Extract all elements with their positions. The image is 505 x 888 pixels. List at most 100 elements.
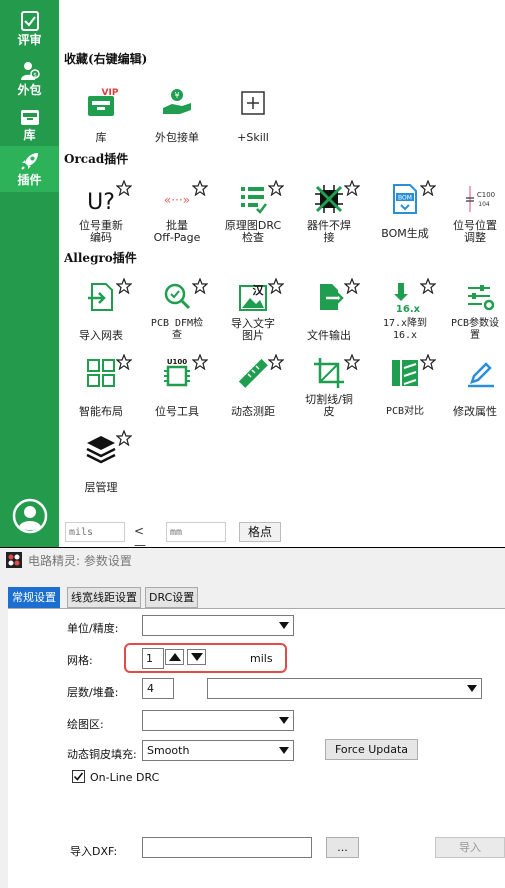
grid-increase-button[interactable] — [165, 649, 184, 665]
offpage-arrows-icon: «···» — [164, 193, 190, 207]
mm-input[interactable] — [166, 522, 226, 542]
review-clipboard-icon — [20, 11, 39, 31]
svg-text:$: $ — [33, 72, 37, 79]
allegro-tool-pcb-params[interactable]: PCB参数设 置 — [442, 280, 505, 352]
drc-list-icon — [241, 187, 267, 214]
tool-label: 智能布局 — [79, 405, 123, 418]
outsource-user-icon: $ — [20, 62, 40, 80]
tool-label: 修改属性 — [453, 405, 497, 418]
force-update-button[interactable]: Force Updata — [325, 739, 418, 760]
tool-label: 位号位置 调整 — [453, 219, 497, 244]
svg-text:BOM: BOM — [398, 195, 412, 202]
star-icon[interactable] — [116, 430, 132, 446]
grid-point-button[interactable]: 格点 — [239, 522, 281, 542]
sidebar-item-plugins[interactable]: 插件 — [0, 146, 59, 192]
allegro-tool-file-export[interactable]: 文件输出 — [290, 278, 368, 352]
tool-label: PCB对比 — [385, 406, 425, 417]
tab-trace-width[interactable]: 线宽线距设置 — [67, 587, 141, 608]
star-icon[interactable] — [344, 180, 360, 196]
tool-label: +Skill — [237, 131, 269, 144]
grid-value-input[interactable]: 1 — [142, 648, 164, 669]
svg-text:汉: 汉 — [253, 283, 265, 297]
star-icon[interactable] — [116, 180, 132, 196]
library-box-icon — [20, 110, 39, 125]
allegro-tool-import-text-image[interactable]: 汉 导入文字 图片 — [214, 278, 292, 352]
star-icon[interactable] — [420, 180, 436, 196]
orcad-tool-batch-offpage[interactable]: «···» 批量 Off-Page — [138, 180, 216, 254]
tool-label: 外包接单 — [155, 131, 199, 144]
tool-label: BOM生成 — [381, 227, 429, 240]
browse-button[interactable]: ... — [326, 837, 359, 858]
import-button[interactable]: 导入 — [435, 837, 505, 858]
star-icon[interactable] — [420, 354, 436, 370]
grid-label: 网格: — [67, 654, 93, 667]
tool-label: 批量 Off-Page — [153, 219, 201, 244]
import-text-image-icon: 汉 — [239, 283, 267, 311]
star-icon[interactable] — [116, 354, 132, 370]
tool-label: 切割线/铜 皮 — [305, 393, 353, 418]
plus-square-icon — [241, 91, 265, 115]
sidebar-item-label: 库 — [23, 128, 36, 142]
user-avatar-icon[interactable] — [12, 498, 48, 534]
layer-count-input[interactable]: 4 — [142, 678, 174, 699]
checkmark-icon — [73, 772, 84, 781]
star-icon[interactable] — [192, 180, 208, 196]
dxf-path-input[interactable] — [142, 837, 312, 858]
allegro-tool-dfm-check[interactable]: PCB DFM检 查 — [138, 278, 216, 352]
star-icon[interactable] — [192, 278, 208, 294]
tool-label: 库 — [95, 131, 107, 144]
allegro-tool-import-netlist[interactable]: 导入网表 — [62, 278, 140, 352]
sidebar-item-review[interactable]: 评审 — [0, 10, 59, 54]
hand-coin-icon: ¥ — [163, 89, 191, 114]
dynamic-fill-select[interactable]: Smooth — [142, 740, 294, 761]
ruler-icon — [238, 358, 268, 388]
star-icon[interactable] — [268, 180, 284, 196]
stackup-select[interactable] — [207, 678, 482, 699]
draw-area-label: 绘图区: — [67, 718, 104, 731]
allegro-tool-layer-manage[interactable]: 层管理 — [62, 430, 140, 504]
star-icon[interactable] — [192, 354, 208, 370]
star-icon[interactable] — [420, 278, 436, 294]
allegro-tool-downgrade[interactable]: 16.x 17.x降到 16.x — [366, 278, 444, 352]
orcad-tool-bom[interactable]: BOM BOM生成 — [366, 180, 444, 254]
tool-label: 层管理 — [84, 481, 118, 494]
tab-drc[interactable]: DRC设置 — [145, 587, 199, 608]
plugin-area: 收藏(右键编辑) VIP 库 ¥ 外包接单 +Skill Orcad插件 U? … — [59, 0, 505, 566]
chevron-down-icon — [467, 685, 477, 692]
file-export-icon — [320, 284, 344, 310]
mils-input[interactable] — [65, 522, 125, 542]
svg-text:C100: C100 — [477, 191, 495, 199]
grid-decrease-button[interactable] — [187, 649, 206, 665]
allegro-tool-edit-property[interactable]: 修改属性 — [442, 356, 505, 428]
allegro-tool-pcb-compare[interactable]: PCB对比 — [366, 354, 444, 428]
import-netlist-icon — [88, 283, 113, 311]
sidebar-item-library[interactable]: 库 — [0, 107, 59, 151]
star-icon[interactable] — [344, 278, 360, 294]
tab-general[interactable]: 常规设置 — [8, 587, 60, 608]
grid-unit-label: mils — [250, 652, 273, 665]
allegro-tool-refdes[interactable]: U100 位号工具 — [138, 354, 216, 428]
orcad-tool-refdes-renumber[interactable]: U? 位号重新 编码 — [62, 180, 140, 254]
orcad-tool-schematic-drc[interactable]: 原理图DRC 检查 — [214, 180, 292, 254]
star-icon[interactable] — [116, 278, 132, 294]
allegro-tool-smart-layout[interactable]: 智能布局 — [62, 354, 140, 428]
allegro-tool-dynamic-measure[interactable]: 动态测距 — [214, 354, 292, 428]
tool-label: 导入文字 图片 — [231, 317, 275, 342]
favorite-library[interactable]: VIP 库 — [62, 86, 140, 158]
favorite-outsource-order[interactable]: ¥ 外包接单 — [138, 86, 216, 158]
compare-bars-icon — [392, 360, 418, 386]
triangle-up-icon — [169, 653, 181, 661]
star-icon[interactable] — [268, 278, 284, 294]
bom-file-icon: BOM — [393, 184, 417, 214]
orcad-tool-refdes-position[interactable]: C100 104 位号位置 调整 — [442, 182, 505, 254]
star-icon[interactable] — [344, 354, 360, 370]
allegro-tool-cut-copper[interactable]: 切割线/铜 皮 — [290, 354, 368, 428]
star-icon[interactable] — [268, 354, 284, 370]
online-drc-checkbox[interactable] — [72, 770, 85, 783]
orcad-tool-no-solder[interactable]: 器件不焊 接 — [290, 180, 368, 254]
svg-text:U?: U? — [87, 190, 115, 215]
draw-area-select[interactable] — [142, 710, 294, 731]
unit-select[interactable] — [142, 615, 294, 636]
sidebar-item-outsource[interactable]: $ 外包 — [0, 60, 59, 104]
favorite-add-skill[interactable]: +Skill — [214, 86, 292, 158]
